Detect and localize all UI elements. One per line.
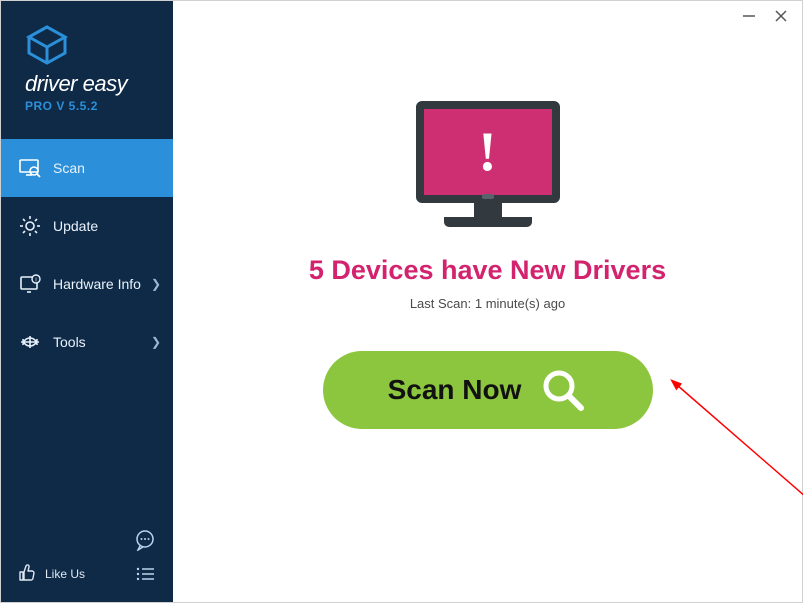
nav-scan[interactable]: Scan — [1, 139, 173, 197]
svg-text:i: i — [35, 278, 36, 284]
nav-hardware-label: Hardware Info — [53, 276, 141, 292]
logo-area: driver easy PRO V 5.5.2 — [1, 1, 173, 131]
minimize-button[interactable] — [742, 9, 756, 23]
chevron-right-icon: ❯ — [151, 335, 161, 349]
sidebar-nav: Scan Update i Hardware Info ❯ Tools — [1, 139, 173, 371]
feedback-icon[interactable] — [133, 528, 157, 552]
scan-result-headline: 5 Devices have New Drivers — [309, 255, 666, 286]
sidebar-bottom: Like Us — [1, 516, 173, 602]
nav-tools-label: Tools — [53, 334, 86, 350]
close-button[interactable] — [774, 9, 788, 23]
nav-hardware-info[interactable]: i Hardware Info ❯ — [1, 255, 173, 313]
scan-monitor-icon — [19, 157, 41, 179]
magnify-icon — [539, 366, 587, 414]
like-us-button[interactable]: Like Us — [17, 563, 85, 586]
monitor-alert-icon: ! — [416, 101, 560, 227]
hardware-info-icon: i — [19, 273, 41, 295]
like-us-label: Like Us — [45, 567, 85, 581]
menu-list-icon[interactable] — [133, 562, 157, 586]
nav-update-label: Update — [53, 218, 98, 234]
scan-now-button[interactable]: Scan Now — [323, 351, 653, 429]
brand-version: PRO V 5.5.2 — [25, 99, 153, 113]
titlebar — [728, 1, 802, 31]
nav-scan-label: Scan — [53, 160, 85, 176]
sidebar: driver easy PRO V 5.5.2 Scan Update i — [1, 1, 173, 602]
thumbs-up-icon — [17, 563, 37, 586]
brand-name: driver easy — [25, 71, 153, 97]
main-content: ! 5 Devices have New Drivers Last Scan: … — [173, 1, 802, 602]
last-scan-text: Last Scan: 1 minute(s) ago — [410, 296, 565, 311]
gear-icon — [19, 215, 41, 237]
app-window: driver easy PRO V 5.5.2 Scan Update i — [0, 0, 803, 603]
logo-icon — [25, 25, 69, 65]
nav-tools[interactable]: Tools ❯ — [1, 313, 173, 371]
nav-update[interactable]: Update — [1, 197, 173, 255]
chevron-right-icon: ❯ — [151, 277, 161, 291]
tools-icon — [19, 331, 41, 353]
scan-now-label: Scan Now — [388, 374, 522, 406]
